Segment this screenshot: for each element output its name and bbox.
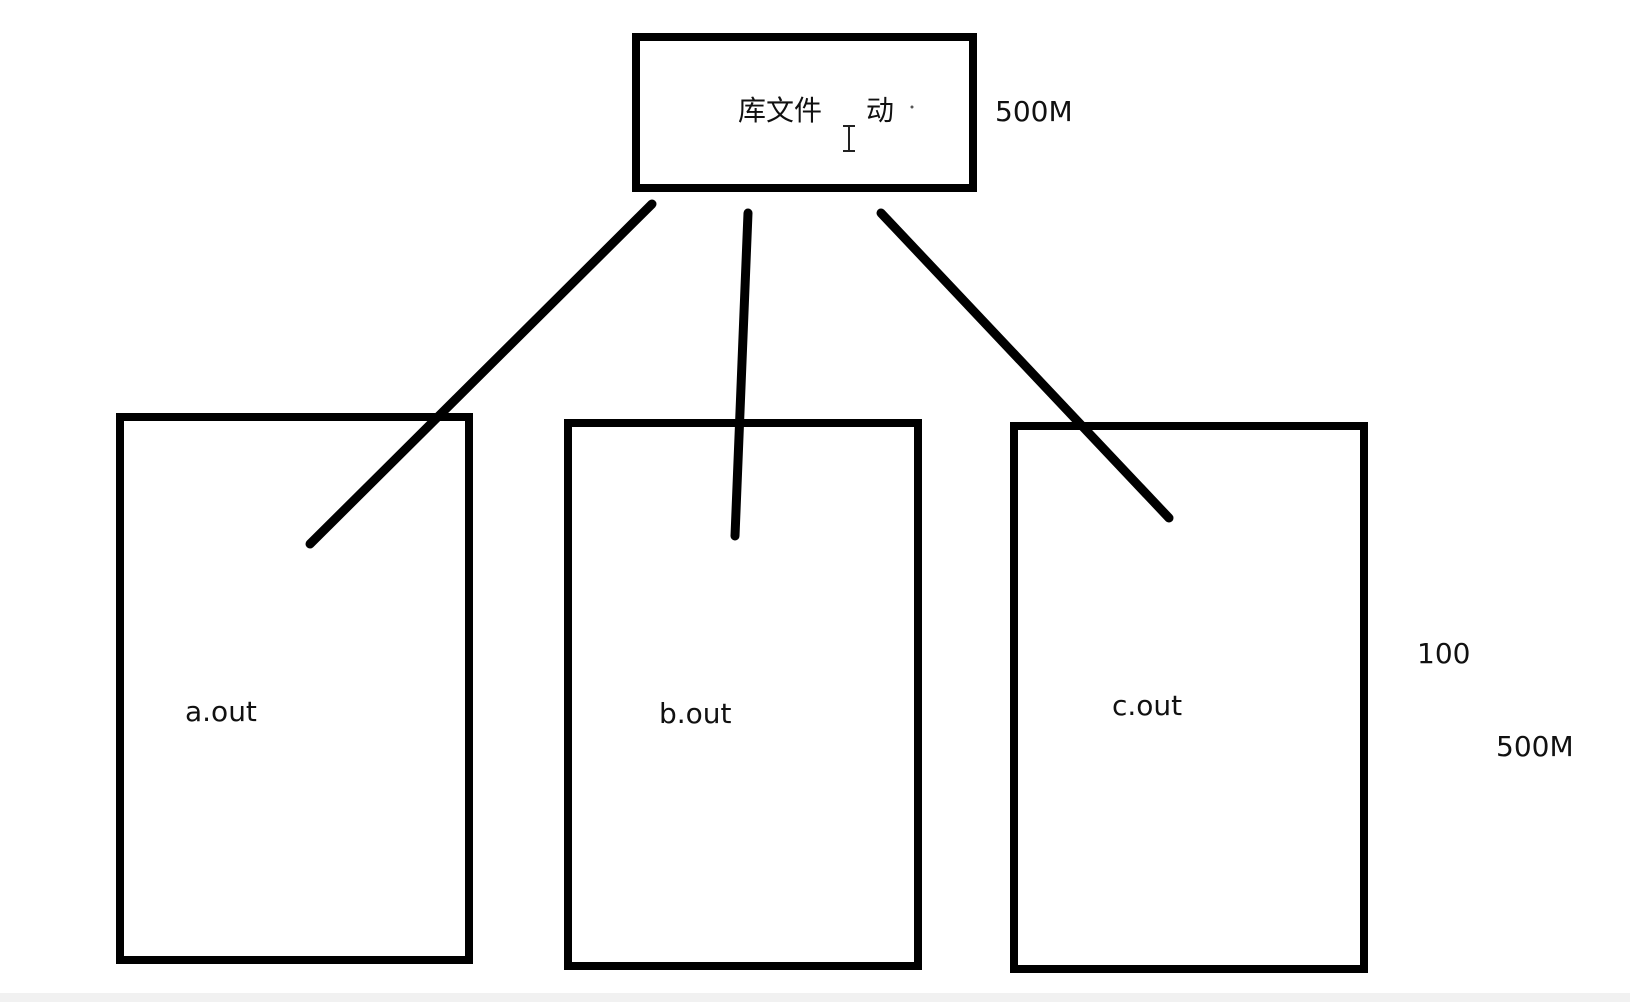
- link-line-a: [305, 199, 657, 549]
- link-line-c: [876, 208, 1174, 523]
- text-cursor-icon: [843, 125, 855, 152]
- library-suffix: 动: [866, 94, 894, 127]
- bottom-edge-strip: [0, 993, 1630, 1002]
- stray-dot: [910, 105, 914, 109]
- library-size: 500M: [995, 95, 1073, 128]
- library-label: 库文件: [738, 94, 822, 127]
- program-label-c: c.out: [1112, 689, 1182, 722]
- side-note-count: 100: [1417, 637, 1470, 670]
- program-box-a: [116, 413, 473, 964]
- program-label-b: b.out: [659, 697, 732, 730]
- program-box-b: [564, 419, 922, 970]
- link-line-b: [730, 208, 753, 541]
- program-box-c: [1010, 422, 1368, 973]
- side-note-size: 500M: [1496, 730, 1574, 763]
- program-label-a: a.out: [185, 695, 257, 728]
- diagram-canvas: 库文件 动 500M a.out b.out c.out 100 500M: [116, 33, 1574, 973]
